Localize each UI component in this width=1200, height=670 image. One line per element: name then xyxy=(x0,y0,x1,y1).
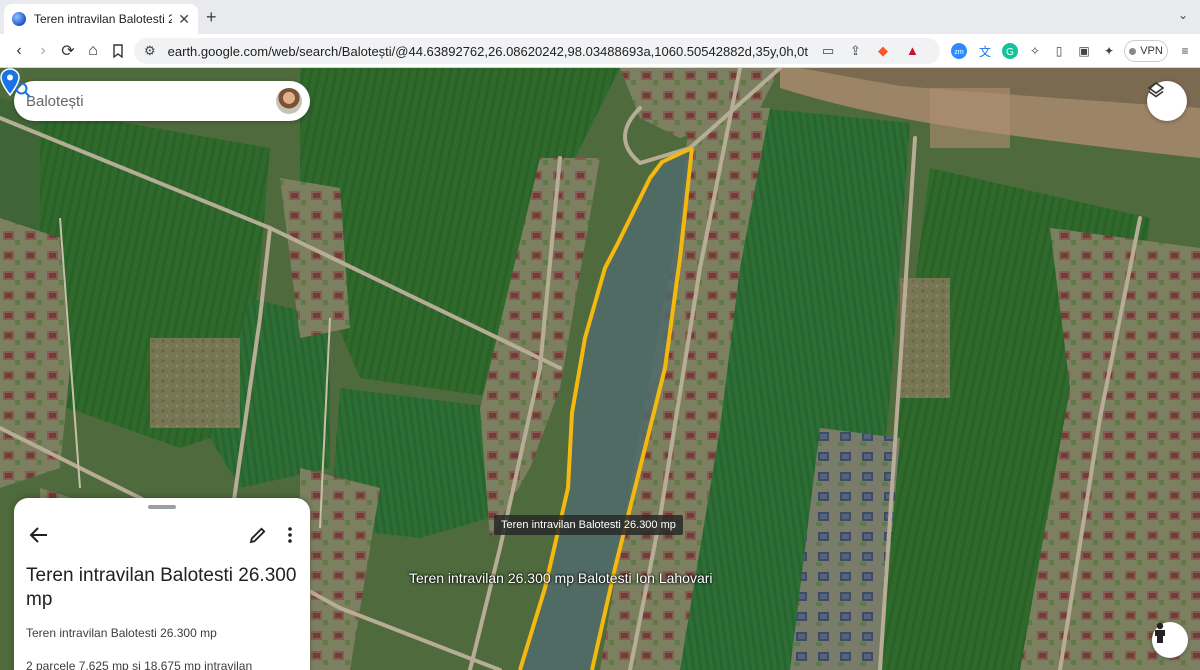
browser-toolbar: ‹ › ⟳ ⌂ ⚙ earth.google.com/web/search/Ba… xyxy=(0,34,1200,68)
back-arrow-icon[interactable] xyxy=(28,524,50,546)
address-bar[interactable]: ⚙ earth.google.com/web/search/Balotești/… xyxy=(134,38,940,64)
tab-title: Teren intravilan Balotesti 26.3 xyxy=(34,12,173,26)
sidebar-icon[interactable]: ▯ xyxy=(1050,42,1068,60)
placemark-pin-icon[interactable] xyxy=(0,68,20,96)
google-earth-favicon-icon xyxy=(12,12,26,26)
place-description: 2 parcele 7.625 mp și 18.675 mp intravil… xyxy=(26,659,253,670)
browser-tab-strip: Teren intravilan Balotesti 26.3 ✕ + ⌄ xyxy=(0,0,1200,34)
browser-tab[interactable]: Teren intravilan Balotesti 26.3 ✕ xyxy=(4,4,198,34)
vpn-status-icon xyxy=(1129,47,1137,55)
edit-pencil-icon[interactable] xyxy=(248,525,268,545)
avatar[interactable] xyxy=(276,88,302,114)
new-tab-icon[interactable]: + xyxy=(206,7,217,28)
svg-text:zm: zm xyxy=(954,49,964,56)
forward-icon[interactable]: › xyxy=(32,40,54,62)
brave-rewards-icon[interactable]: ▲ xyxy=(906,43,919,58)
site-settings-icon[interactable]: ⚙ xyxy=(144,43,156,59)
close-tab-icon[interactable]: ✕ xyxy=(178,11,190,28)
reload-icon[interactable]: ⟳ xyxy=(57,40,79,62)
place-info-panel: Teren intravilan Balotesti 26.300 mp Ter… xyxy=(14,498,310,670)
leo-ai-icon[interactable]: ✦ xyxy=(1100,42,1118,60)
svg-text:G: G xyxy=(1006,47,1014,58)
place-subtitle: Teren intravilan Balotesti 26.300 mp xyxy=(26,626,217,640)
tab-search-chevron-icon[interactable]: ⌄ xyxy=(1178,8,1188,22)
search-input[interactable] xyxy=(26,92,236,110)
layers-icon xyxy=(1147,82,1165,98)
more-options-icon[interactable] xyxy=(282,525,298,545)
url-text[interactable]: earth.google.com/web/search/Balotești/@4… xyxy=(168,44,808,59)
cast-icon[interactable]: ▭ xyxy=(822,43,834,59)
home-icon[interactable]: ⌂ xyxy=(82,40,104,62)
brave-shield-icon[interactable]: ◆ xyxy=(878,43,888,59)
vpn-label: VPN xyxy=(1140,45,1163,57)
place-title: Teren intravilan Balotesti 26.300 mp xyxy=(26,565,297,610)
parcel-tooltip: Teren intravilan Balotesti 26.300 mp xyxy=(494,515,683,535)
translate-extension-icon[interactable]: 文 xyxy=(976,42,994,60)
extensions-puzzle-icon[interactable]: ✧ xyxy=(1026,42,1044,60)
share-icon[interactable]: ⇪ xyxy=(850,43,861,59)
bookmark-icon[interactable] xyxy=(107,40,129,62)
placemark-label[interactable]: Teren intravilan 26.300 mp Balotesti Ion… xyxy=(409,570,713,586)
wallet-icon[interactable]: ▣ xyxy=(1075,42,1093,60)
pegman-icon xyxy=(1155,622,1165,643)
grammarly-extension-icon[interactable]: G xyxy=(1001,42,1019,60)
search-box[interactable] xyxy=(14,81,310,121)
zoom-extension-icon[interactable]: zm xyxy=(950,42,968,60)
panel-drag-handle[interactable] xyxy=(148,505,176,509)
menu-icon[interactable]: ≡ xyxy=(1176,42,1194,60)
map-layers-button[interactable] xyxy=(1147,81,1187,121)
back-icon[interactable]: ‹ xyxy=(8,40,30,62)
street-view-pegman-button[interactable] xyxy=(1152,622,1188,658)
vpn-button[interactable]: VPN xyxy=(1124,40,1168,62)
